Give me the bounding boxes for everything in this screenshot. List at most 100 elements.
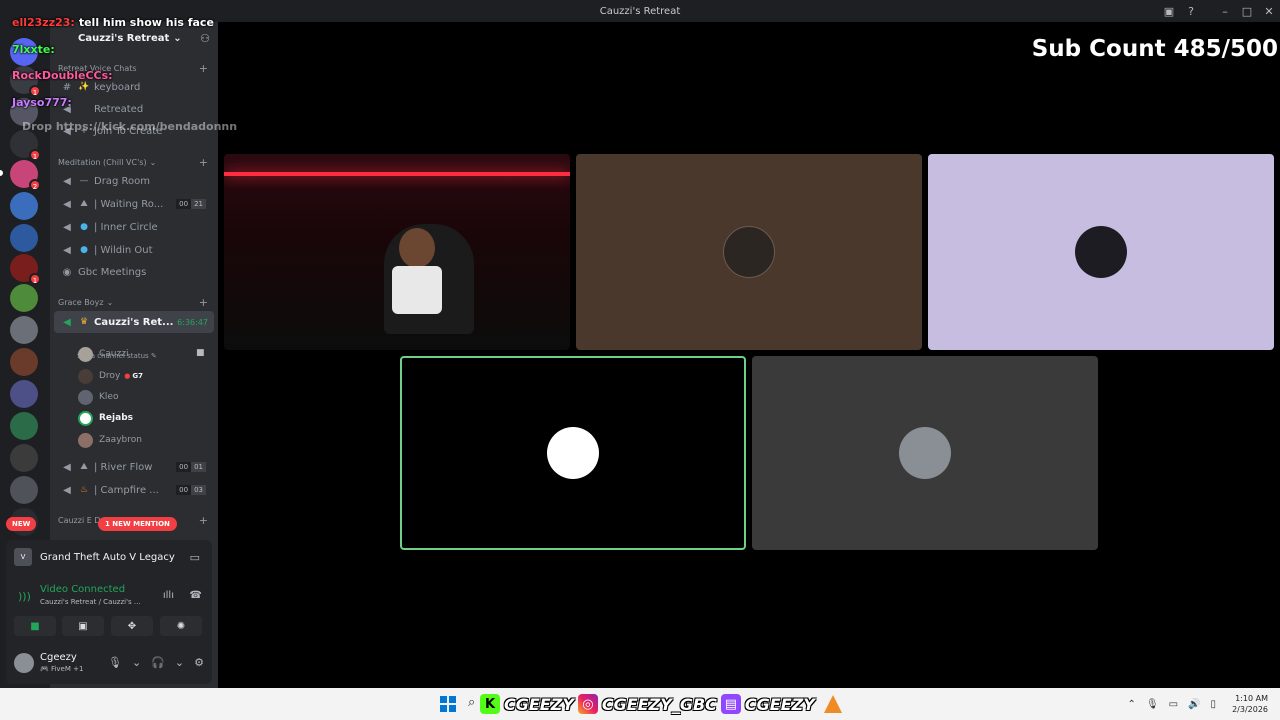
- speaker-icon: ◀: [63, 198, 71, 210]
- twitch-handle: CGEEZY: [744, 694, 815, 714]
- video-tile-speaking[interactable]: [400, 356, 746, 550]
- server-name: Cauzzi's Retreat: [78, 32, 170, 44]
- category-meditation[interactable]: Meditation (Chill VC's) ⌄ +: [58, 156, 208, 169]
- voice-connection-panel: ))) Video Connected Cauzzi's Retreat / C…: [6, 574, 212, 644]
- video-tile-user[interactable]: [928, 154, 1274, 350]
- stage-icon: ◉: [62, 266, 72, 278]
- channel-wildin-out[interactable]: ◀ ● | Wildin Out: [54, 240, 214, 260]
- category-grace-boyz[interactable]: Grace Boyz ⌄ +: [58, 296, 208, 309]
- avatar: [899, 427, 951, 479]
- gear-icon[interactable]: ⚙: [194, 656, 204, 669]
- server-icon[interactable]: [10, 192, 38, 220]
- new-badge[interactable]: NEW: [6, 517, 37, 531]
- screen-share-button[interactable]: ▣: [62, 616, 104, 636]
- server-icon[interactable]: [10, 224, 38, 252]
- new-mention-badge[interactable]: 1 NEW MENTION: [98, 517, 177, 531]
- microphone-icon[interactable]: 🎙: [108, 656, 122, 669]
- instagram-handle: CGEEZY_GBC: [601, 694, 717, 714]
- add-channel-icon[interactable]: +: [199, 296, 208, 309]
- server-icon[interactable]: 1: [10, 254, 41, 285]
- avatar: [723, 226, 775, 278]
- activities-button[interactable]: ✥: [111, 616, 153, 636]
- camera-icon: ■: [196, 348, 205, 358]
- activity-panel: V Grand Theft Auto V Legacy ▭: [6, 540, 212, 574]
- server-icon[interactable]: 1: [10, 130, 41, 161]
- microphone-icon[interactable]: 🎙: [1146, 699, 1159, 710]
- video-tile-user[interactable]: [576, 154, 922, 350]
- kick-handle: CGEEZY: [504, 694, 574, 714]
- channel-cauzzi-retreat[interactable]: ◀ ♛ Cauzzi's Ret... 6:36:47: [54, 311, 214, 333]
- network-icon[interactable]: ▭: [1169, 699, 1178, 710]
- channel-retreated[interactable]: ◀ Retreated: [54, 99, 214, 119]
- chevron-down-icon[interactable]: ⌄: [175, 656, 184, 669]
- avatar: [1075, 226, 1127, 278]
- voice-member[interactable]: Cauzzi: [78, 344, 128, 364]
- twitch-icon: ▤: [720, 694, 741, 714]
- channel-waiting-room[interactable]: ◀ ⛰ | Waiting Ro... 00 21: [54, 194, 214, 214]
- server-icon[interactable]: [10, 444, 38, 472]
- avatar: [78, 368, 93, 384]
- signal-icon[interactable]: ))): [18, 590, 31, 603]
- social-handles-overlay: K CGEEZY ◎ CGEEZY_GBC ▤ CGEEZY: [480, 692, 815, 716]
- voice-location[interactable]: Cauzzi's Retreat / Cauzzi's ...: [40, 598, 141, 606]
- add-channel-icon[interactable]: +: [199, 62, 208, 75]
- chevron-up-icon[interactable]: ⌃: [1128, 699, 1136, 710]
- server-icon[interactable]: 2: [10, 160, 41, 191]
- speaker-icon: ◀: [63, 316, 71, 328]
- channel-gbc-meetings[interactable]: ◉ Gbc Meetings: [54, 262, 214, 282]
- add-channel-icon[interactable]: +: [199, 514, 208, 527]
- avatar: [547, 427, 599, 479]
- channel-campfire[interactable]: ◀ ♨ | Campfire ... 00 03: [54, 480, 214, 500]
- invite-icon[interactable]: ⚇: [200, 32, 210, 45]
- windows-start-icon[interactable]: [440, 696, 456, 712]
- voice-member[interactable]: Zaaybron: [78, 430, 142, 450]
- chevron-down-icon: ⌄: [173, 32, 182, 44]
- voice-member[interactable]: Droy G7: [78, 366, 143, 386]
- server-icon[interactable]: [10, 316, 38, 344]
- chat-message: RockDoubleCCs:: [12, 69, 113, 82]
- voice-member[interactable]: Rejabs: [78, 408, 133, 428]
- app-icon[interactable]: [824, 695, 842, 713]
- system-tray: ⌃ 🎙 ▭ 🔊 ▯ 1:10 AM 2/3/2026: [1128, 688, 1268, 720]
- username[interactable]: Cgeezy: [40, 652, 77, 663]
- noise-suppression-icon[interactable]: ıllı: [163, 590, 174, 601]
- sparkle-icon: ✨: [78, 82, 90, 92]
- add-channel-icon[interactable]: +: [199, 156, 208, 169]
- maximize-button[interactable]: □: [1236, 0, 1258, 22]
- video-tile-webcam[interactable]: [224, 154, 570, 350]
- crown-icon: ♛: [79, 317, 89, 327]
- stream-icon[interactable]: ▭: [190, 551, 200, 564]
- chevron-down-icon[interactable]: ⌄: [132, 656, 141, 669]
- close-button[interactable]: ✕: [1258, 0, 1280, 22]
- soundboard-button[interactable]: ✺: [160, 616, 202, 636]
- avatar: [78, 432, 93, 448]
- channel-river-flow[interactable]: ◀ ⛰ | River Flow 00 01: [54, 457, 214, 477]
- video-tile-user[interactable]: [752, 356, 1098, 550]
- window-title: Cauzzi's Retreat: [599, 5, 681, 17]
- user-activity: 🎮 FiveM +1: [40, 665, 84, 673]
- chat-message: 7lxxte:: [12, 43, 55, 56]
- inbox-icon[interactable]: ▣: [1158, 0, 1180, 22]
- disconnect-icon[interactable]: ☎: [190, 590, 202, 601]
- chat-message-faded: Drop https://kick.com/bendadonnn: [22, 120, 238, 133]
- camera-button[interactable]: ■: [14, 616, 56, 636]
- server-icon[interactable]: [10, 380, 38, 408]
- game-icon: V: [14, 548, 32, 566]
- server-icon[interactable]: [10, 412, 38, 440]
- voice-status[interactable]: Video Connected: [40, 584, 125, 595]
- speaker-icon: ◀: [63, 461, 71, 473]
- avatar[interactable]: [14, 653, 34, 673]
- voice-member[interactable]: Kleo: [78, 387, 118, 407]
- server-icon[interactable]: [10, 348, 38, 376]
- channel-drag-room[interactable]: ◀ — Drag Room: [54, 171, 214, 191]
- server-icon[interactable]: [10, 476, 38, 504]
- volume-icon[interactable]: 🔊: [1188, 699, 1200, 710]
- server-icon[interactable]: [10, 284, 38, 312]
- battery-icon[interactable]: ▯: [1211, 699, 1217, 710]
- fire-icon: ♨: [79, 485, 89, 495]
- headphones-icon[interactable]: 🎧: [151, 656, 165, 669]
- channel-inner-circle[interactable]: ◀ ● | Inner Circle: [54, 217, 214, 237]
- help-icon[interactable]: ?: [1180, 0, 1202, 22]
- minimize-button[interactable]: –: [1214, 0, 1236, 22]
- clock[interactable]: 1:10 AM 2/3/2026: [1232, 693, 1268, 715]
